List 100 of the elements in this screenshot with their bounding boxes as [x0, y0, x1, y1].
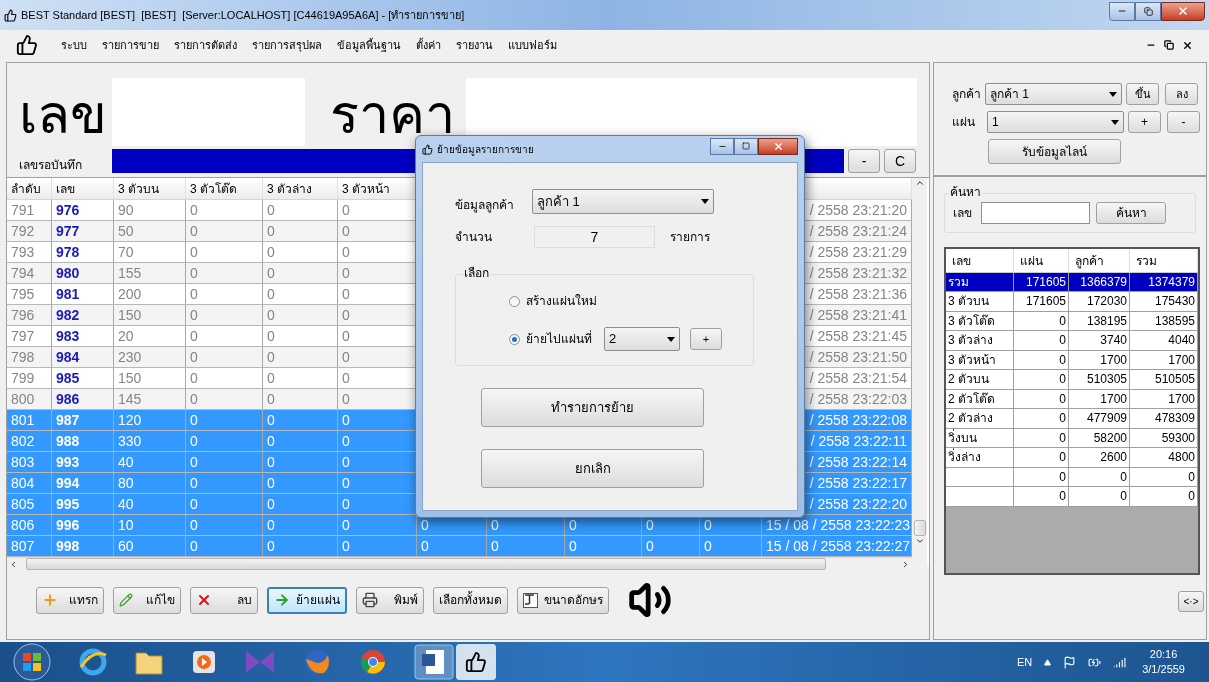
table-cell: 0	[267, 454, 275, 470]
price-label: ราคา	[329, 84, 456, 144]
table-cell: 0	[190, 496, 198, 512]
table-cell: 0	[1120, 469, 1127, 484]
table-cell: 80	[118, 475, 134, 491]
date-cell: / 2558 23:22:08	[809, 412, 907, 428]
table-cell: 0	[342, 202, 350, 218]
table-cell: 3740	[1100, 333, 1127, 348]
table-cell: 330	[118, 433, 142, 449]
window-title: BEST Standard [BEST] [BEST] [Server:LOCALHOST] [C44619A95A6A] - [ทำรายการขาย]	[21, 7, 465, 23]
table-cell: 797	[11, 328, 35, 344]
table-cell: 0	[190, 475, 198, 491]
sheet-label: แผ่น	[952, 114, 976, 131]
table-cell: 171605	[1025, 274, 1066, 289]
table-cell: 230	[118, 349, 142, 365]
table-cell: 172030	[1086, 294, 1127, 309]
dialog-title: ย้ายข้อมูลรายการขาย	[437, 142, 534, 157]
table-cell: 0	[704, 538, 712, 554]
table-cell: 0	[1059, 430, 1066, 445]
table-cell: 0	[342, 349, 350, 365]
table-cell: 0	[1059, 333, 1066, 348]
table-cell: 0	[190, 202, 198, 218]
date-cell: / 2558 23:22:14	[809, 454, 907, 470]
table-cell: 0	[190, 349, 198, 365]
table-cell: 1366379	[1080, 274, 1127, 289]
search-label: เลข	[953, 204, 973, 222]
date-cell: / 2558 23:21:36	[809, 286, 907, 302]
table-cell: 0	[190, 265, 198, 281]
table-cell: 0	[267, 202, 275, 218]
table-cell: 0	[342, 244, 350, 260]
table-cell: 0	[342, 433, 350, 449]
table-cell: 802	[11, 433, 35, 449]
table-cell: 0	[1059, 411, 1066, 426]
table-cell: 59300	[1161, 430, 1195, 445]
table-cell: 3 ตัวโต๊ด	[948, 313, 995, 328]
table-cell: 0	[267, 328, 275, 344]
table-cell: 0	[1059, 489, 1066, 504]
table-cell: 980	[56, 265, 80, 281]
table-cell: 0	[342, 475, 350, 491]
table-cell: 150	[118, 307, 142, 323]
table-cell: 0	[190, 454, 198, 470]
table-cell: 4040	[1168, 333, 1195, 348]
table-cell: 155	[118, 265, 142, 281]
table-cell: 50	[118, 223, 134, 239]
table-cell: 0	[267, 538, 275, 554]
table-cell: วิ่งบน	[948, 430, 977, 445]
table-cell: 804	[11, 475, 35, 491]
table-cell: 792	[11, 223, 35, 239]
table-cell: 2 ตัวโต๊ด	[948, 391, 995, 406]
table-cell: 801	[11, 412, 35, 428]
group-title: เลือก	[463, 266, 490, 280]
table-cell: 977	[56, 223, 80, 239]
table-cell: 0	[190, 412, 198, 428]
table-cell: 0	[704, 517, 712, 533]
table-cell: 0	[267, 286, 275, 302]
table-cell: 983	[56, 328, 80, 344]
table-cell: 0	[646, 538, 654, 554]
table-cell: 791	[11, 202, 35, 218]
table-cell: 987	[56, 412, 80, 428]
table-cell: 0	[190, 517, 198, 533]
table-cell: 0	[342, 223, 350, 239]
table-cell: 1700	[1168, 352, 1195, 367]
date-cell: / 2558 23:21:45	[809, 328, 907, 344]
customer-label: ลูกค้า	[952, 86, 981, 103]
table-cell: วิ่งล่าง	[948, 450, 981, 465]
table-cell: 0	[190, 286, 198, 302]
table-cell: 1700	[1168, 391, 1195, 406]
number-label: เลข	[19, 84, 108, 144]
table-cell: 1700	[1100, 352, 1127, 367]
table-cell: 0	[569, 517, 577, 533]
table-cell: 2600	[1100, 450, 1127, 465]
table-cell: 0	[342, 286, 350, 302]
table-cell: 976	[56, 202, 80, 218]
table-cell: 138595	[1154, 313, 1195, 328]
table-cell: 0	[267, 517, 275, 533]
table-cell: 0	[1059, 450, 1066, 465]
table-cell: 0	[1059, 313, 1066, 328]
table-cell: 0	[267, 265, 275, 281]
table-cell: 138195	[1086, 313, 1127, 328]
table-cell: 20	[118, 328, 134, 344]
table-cell: 0	[342, 538, 350, 554]
table-cell: 0	[1059, 372, 1066, 387]
table-cell: 0	[491, 517, 499, 533]
table-cell: 0	[190, 244, 198, 260]
table-cell: 90	[118, 202, 134, 218]
date-cell: / 2558 23:21:41	[809, 307, 907, 323]
table-cell: 0	[421, 517, 429, 533]
table-cell: 0	[267, 244, 275, 260]
table-cell: 985	[56, 370, 80, 386]
table-cell: 0	[1120, 489, 1127, 504]
table-cell: 0	[190, 223, 198, 239]
table-cell: 478309	[1154, 411, 1195, 426]
table-cell: 1374379	[1148, 274, 1195, 289]
table-cell: 145	[118, 391, 142, 407]
table-cell: 10	[118, 517, 134, 533]
table-cell: 998	[56, 538, 80, 554]
table-cell: 803	[11, 454, 35, 470]
table-cell: 3 ตัวบน	[948, 294, 989, 309]
table-cell: 795	[11, 286, 35, 302]
table-cell: 3 ตัวล่าง	[948, 333, 993, 348]
